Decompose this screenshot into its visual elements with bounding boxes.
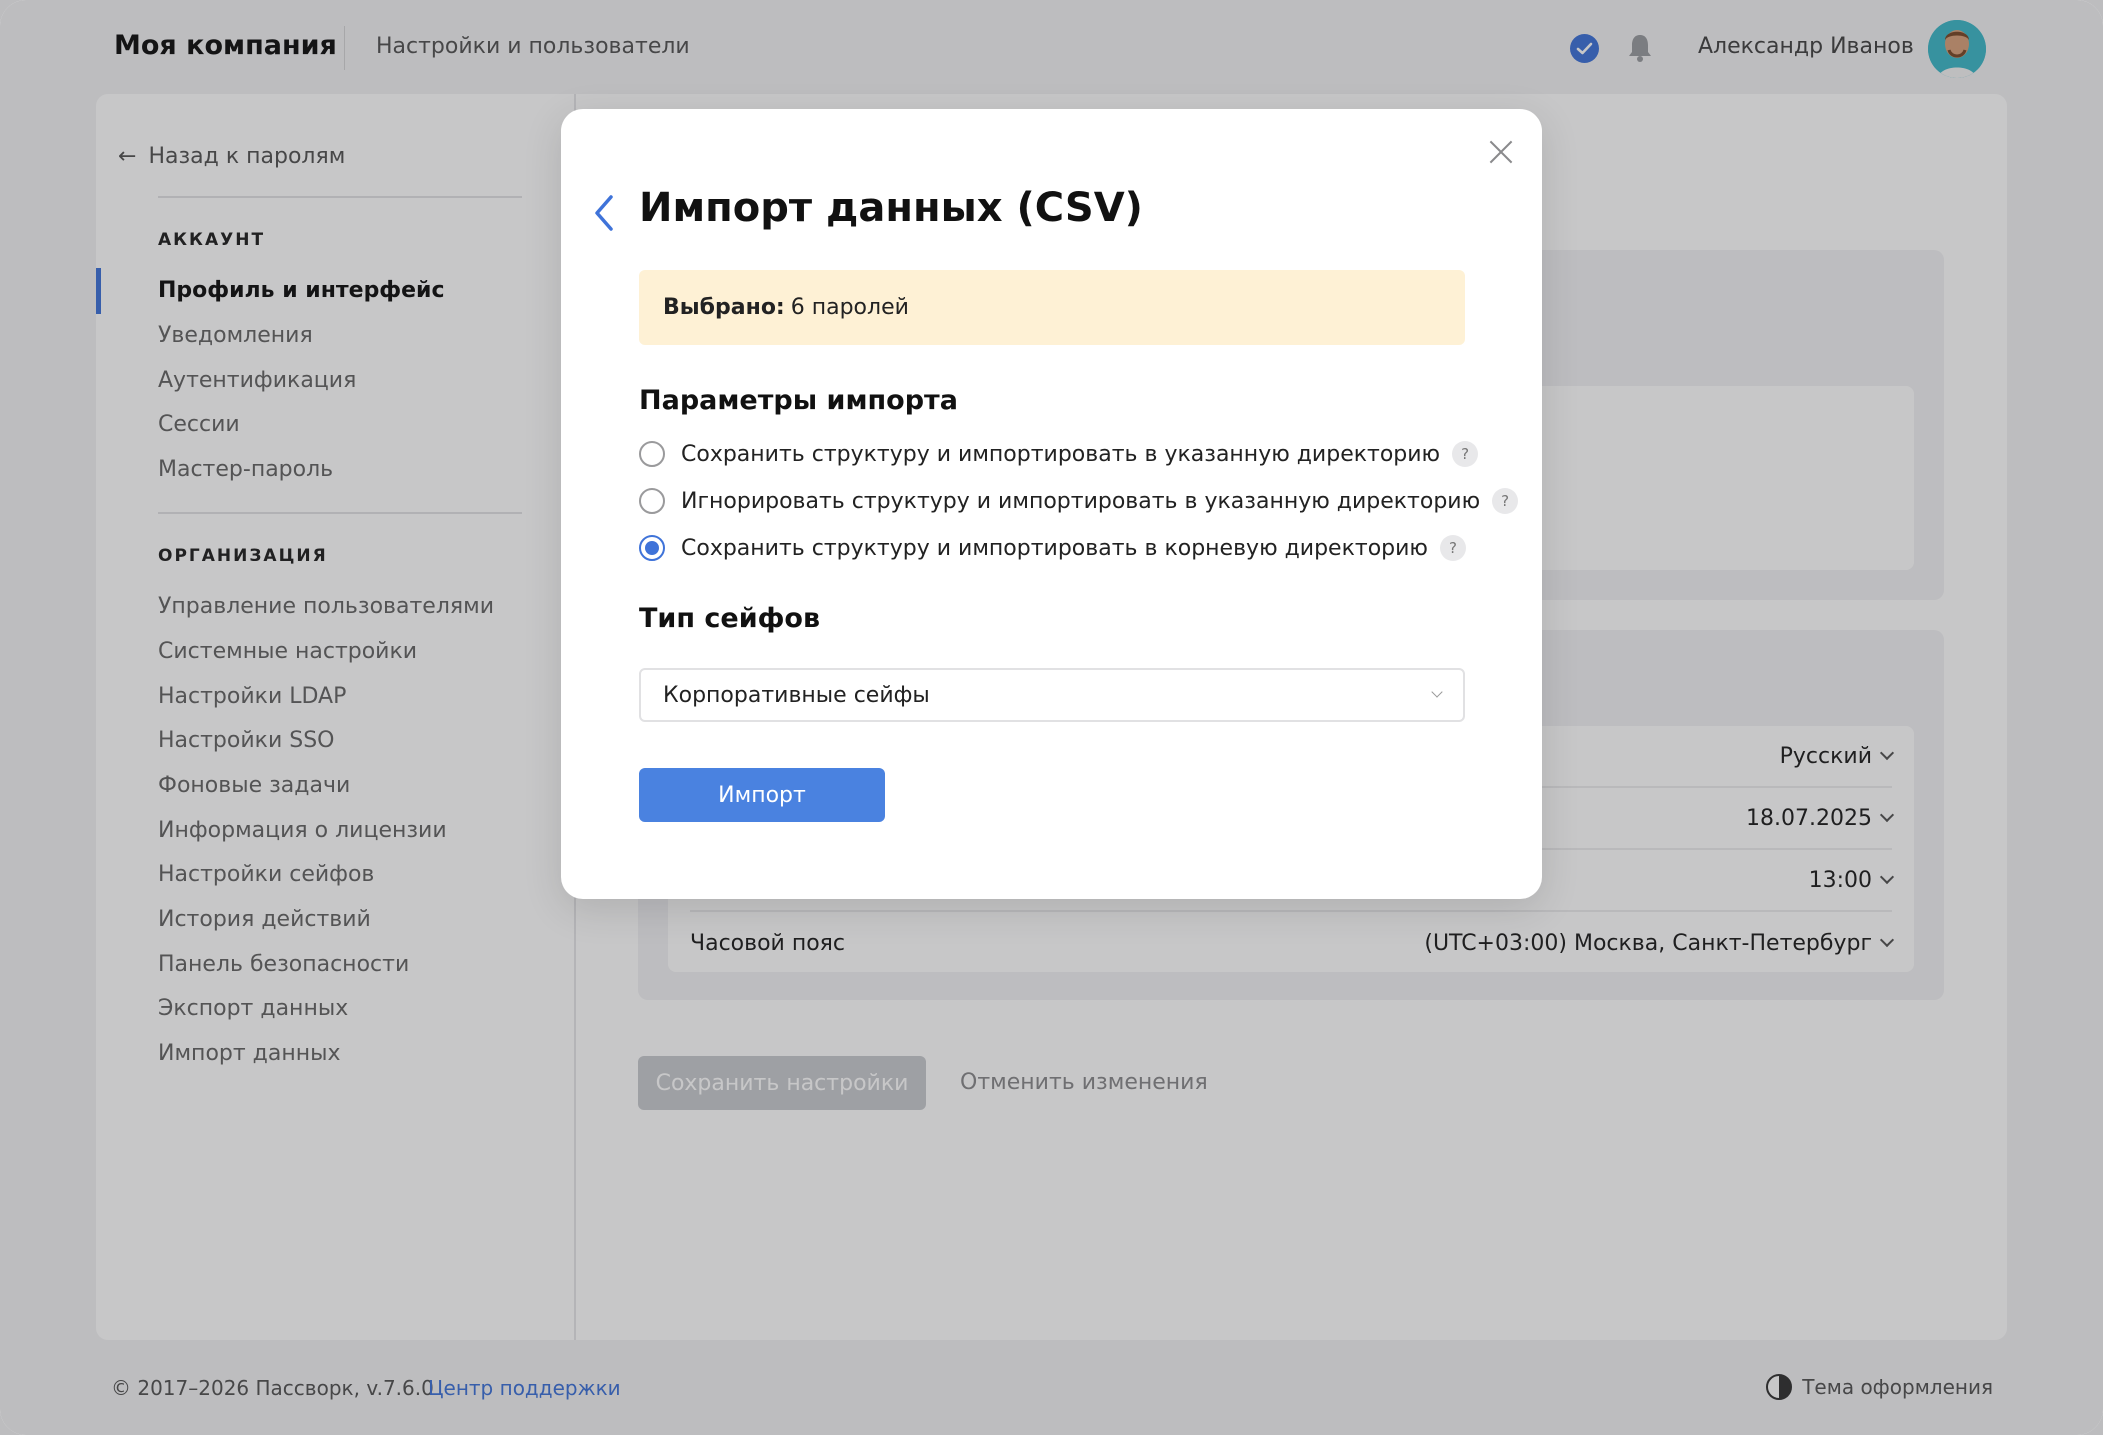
help-icon[interactable]: ? xyxy=(1452,441,1479,467)
selected-value: 6 паролей xyxy=(790,295,909,320)
option-label: Сохранить структуру и импортировать в ко… xyxy=(681,535,1428,561)
import-modal: Импорт данных (CSV) Выбрано: 6 паролей П… xyxy=(561,109,1542,899)
option-label: Сохранить структуру и импортировать в ук… xyxy=(681,441,1441,467)
vault-type-select[interactable]: Корпоративные сейфы xyxy=(639,668,1465,722)
app-window: Моя компания Настройки и пользователи Ал… xyxy=(0,0,2103,1435)
chevron-left-icon[interactable] xyxy=(591,191,617,235)
option-keep-structure-root[interactable]: Сохранить структуру и импортировать в ко… xyxy=(639,535,1466,561)
selection-info-box: Выбрано: 6 паролей xyxy=(639,270,1465,345)
chevron-down-icon xyxy=(1431,686,1443,698)
modal-title: Импорт данных (CSV) xyxy=(639,185,1143,231)
help-icon[interactable]: ? xyxy=(1492,488,1519,514)
option-label: Игнорировать структуру и импортировать в… xyxy=(681,488,1481,514)
selected-label: Выбрано: xyxy=(663,295,785,320)
option-keep-structure-target[interactable]: Сохранить структуру и импортировать в ук… xyxy=(639,441,1479,467)
import-button[interactable]: Импорт xyxy=(639,768,885,822)
option-ignore-structure-target[interactable]: Игнорировать структуру и импортировать в… xyxy=(639,488,1519,514)
radio-button[interactable] xyxy=(639,441,665,467)
radio-button[interactable] xyxy=(639,488,665,514)
close-icon[interactable] xyxy=(1486,137,1516,167)
help-icon[interactable]: ? xyxy=(1439,535,1466,561)
vault-type-title: Тип сейфов xyxy=(639,603,821,634)
import-params-title: Параметры импорта xyxy=(639,385,958,416)
vault-type-value: Корпоративные сейфы xyxy=(663,682,930,708)
radio-button-selected[interactable] xyxy=(639,535,665,561)
